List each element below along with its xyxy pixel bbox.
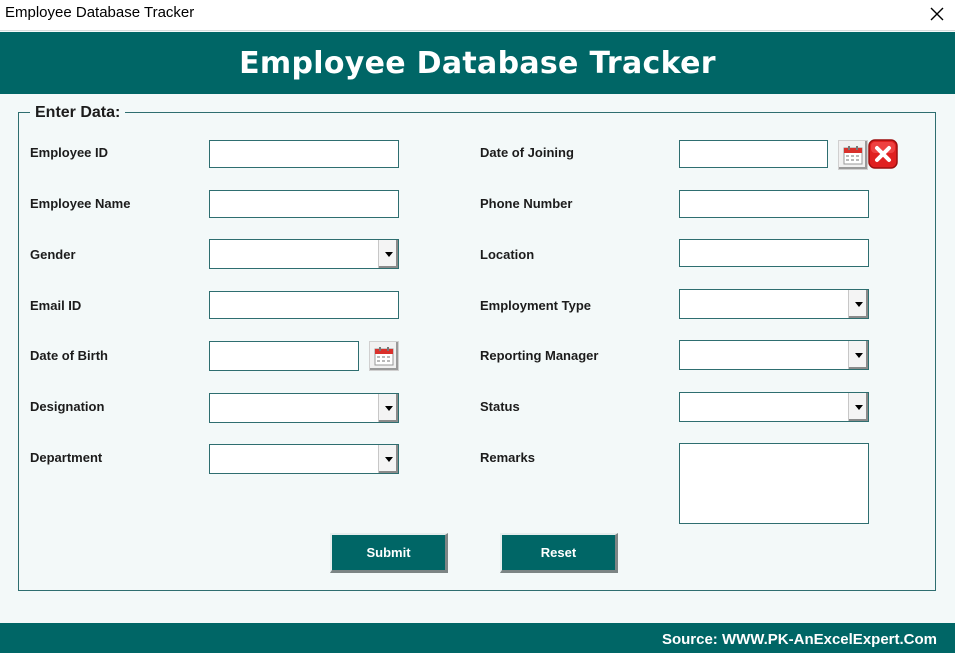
designation-dropdown[interactable]	[209, 393, 399, 423]
remarks-textarea[interactable]	[679, 443, 869, 524]
calendar-icon	[374, 347, 394, 366]
employee-name-field[interactable]	[209, 190, 399, 218]
reporting-manager-dropdown-button[interactable]	[848, 341, 868, 369]
window-titlebar: Employee Database Tracker	[0, 0, 955, 31]
label-department: Department	[30, 450, 103, 465]
clear-date-icon	[868, 139, 898, 169]
clear-date-button[interactable]	[868, 139, 898, 169]
label-remarks: Remarks	[480, 450, 535, 465]
label-gender: Gender	[30, 247, 76, 262]
reset-button[interactable]: Reset	[500, 533, 618, 573]
close-icon	[930, 7, 944, 21]
gender-dropdown-button[interactable]	[378, 240, 398, 268]
label-employee-name: Employee Name	[30, 196, 131, 211]
label-phone-number: Phone Number	[480, 196, 573, 211]
chevron-down-icon	[854, 404, 863, 410]
submit-button[interactable]: Submit	[330, 533, 448, 573]
header-banner: Employee Database Tracker	[0, 32, 955, 94]
label-employment-type: Employment Type	[480, 298, 592, 313]
chevron-down-icon	[384, 251, 393, 257]
close-button[interactable]	[924, 2, 950, 26]
label-designation: Designation	[30, 399, 105, 414]
calendar-icon	[843, 146, 863, 165]
label-email-id: Email ID	[30, 298, 82, 313]
department-dropdown-button[interactable]	[378, 445, 398, 473]
chevron-down-icon	[384, 456, 393, 462]
chevron-down-icon	[854, 301, 863, 307]
page-title: Employee Database Tracker	[239, 45, 716, 81]
phone-number-field[interactable]	[679, 190, 869, 218]
source-credit: Source: WWW.PK-AnExcelExpert.Com	[661, 631, 937, 648]
reporting-manager-dropdown[interactable]	[679, 340, 869, 370]
designation-dropdown-button[interactable]	[378, 394, 398, 422]
department-dropdown[interactable]	[209, 444, 399, 474]
chevron-down-icon	[854, 352, 863, 358]
date-of-birth-calendar-button[interactable]	[369, 341, 399, 371]
status-dropdown-button[interactable]	[848, 393, 868, 421]
employee-id-field[interactable]	[209, 140, 399, 168]
gender-dropdown[interactable]	[209, 239, 399, 269]
label-date-of-birth: Date of Birth	[30, 348, 108, 363]
chevron-down-icon	[384, 405, 393, 411]
footer-bar: Source: WWW.PK-AnExcelExpert.Com	[0, 623, 955, 653]
employment-type-dropdown[interactable]	[679, 289, 869, 319]
form-legend: Enter Data:	[30, 104, 126, 122]
label-employee-id: Employee ID	[30, 145, 109, 160]
date-of-joining-calendar-button[interactable]	[838, 140, 868, 170]
date-of-joining-field[interactable]	[679, 140, 828, 168]
status-dropdown[interactable]	[679, 392, 869, 422]
label-date-of-joining: Date of Joining	[480, 145, 574, 160]
label-location: Location	[480, 247, 535, 262]
label-reporting-manager: Reporting Manager	[480, 348, 599, 363]
employment-type-dropdown-button[interactable]	[848, 290, 868, 318]
date-of-birth-field[interactable]	[209, 341, 359, 371]
label-status: Status	[480, 399, 520, 414]
email-id-field[interactable]	[209, 291, 399, 319]
location-field[interactable]	[679, 239, 869, 267]
window-title: Employee Database Tracker	[5, 4, 195, 21]
